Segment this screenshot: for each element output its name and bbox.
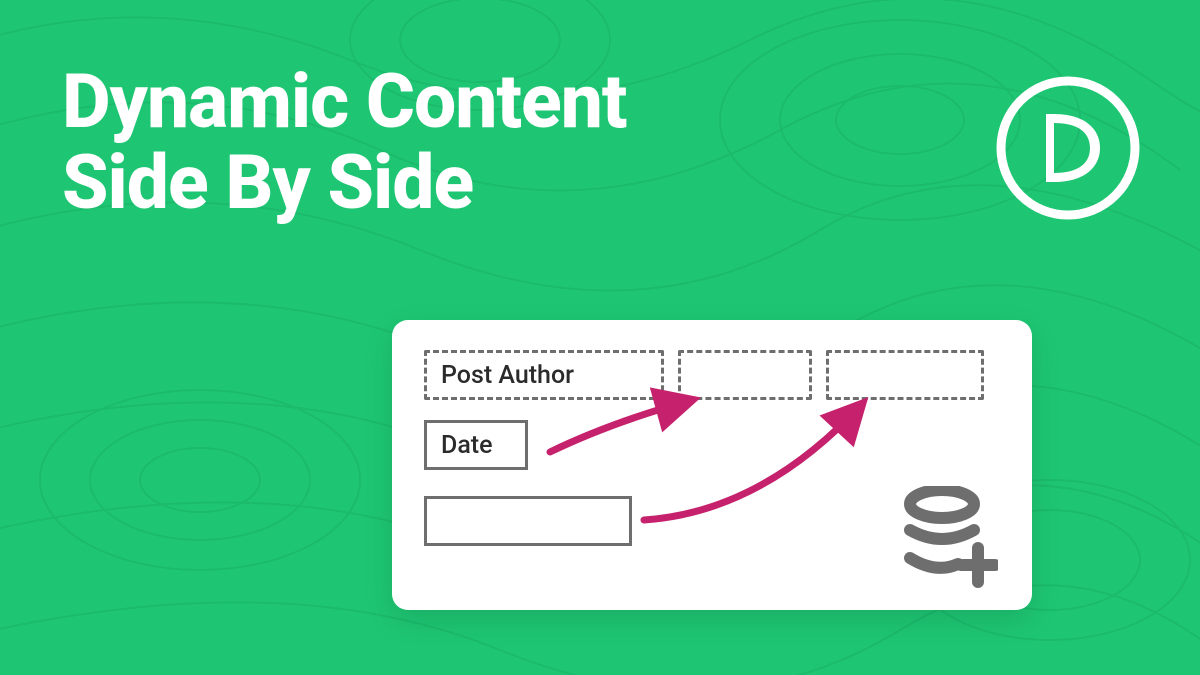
- dashed-slot-right: [826, 350, 984, 400]
- box-label: Date: [441, 431, 493, 460]
- page-content: Dynamic Content Side By Side Post Author…: [0, 0, 1200, 675]
- dashed-slot-middle: [678, 350, 812, 400]
- divi-logo-icon: [994, 74, 1142, 222]
- database-plus-icon: [886, 486, 998, 588]
- title-line-1: Dynamic Content: [62, 58, 627, 146]
- slot-label: Post Author: [441, 361, 574, 390]
- dashed-slot-post-author: Post Author: [424, 350, 664, 400]
- solid-box-date: Date: [424, 420, 528, 470]
- title-line-2: Side By Side: [62, 139, 473, 227]
- dashed-slot-row: Post Author: [424, 350, 1000, 400]
- page-title: Dynamic Content Side By Side: [62, 62, 627, 224]
- illustration-card: Post Author Date: [392, 320, 1032, 610]
- solid-box-empty: [424, 496, 632, 546]
